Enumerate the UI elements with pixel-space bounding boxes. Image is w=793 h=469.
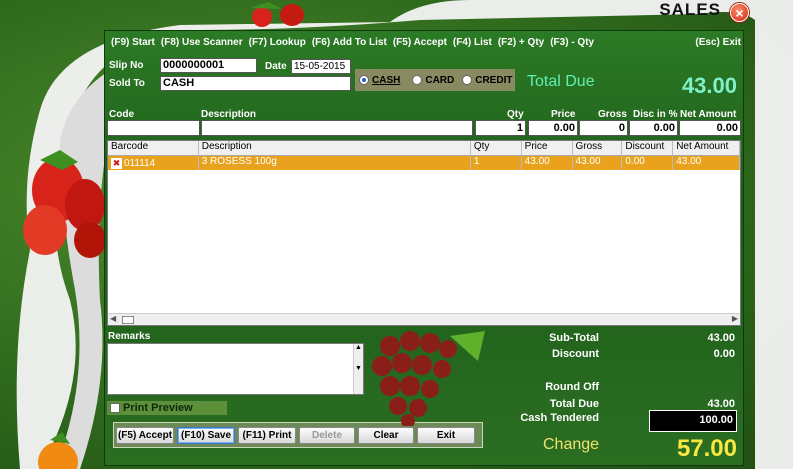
close-icon[interactable]: × — [730, 3, 749, 22]
horizontal-scrollbar[interactable]: ◀ ▶ — [108, 313, 740, 325]
menu-exit[interactable]: (Esc) Exit — [695, 37, 741, 51]
date-field[interactable]: 15-05-2015 — [291, 59, 351, 74]
save-button[interactable]: (F10) Save — [177, 426, 235, 444]
radio-credit[interactable]: CREDIT — [462, 75, 512, 86]
price-input[interactable]: 0.00 — [528, 120, 578, 136]
menu-use-scanner[interactable]: (F8) Use Scanner — [161, 37, 243, 51]
shortcut-menubar: (F9) Start (F8) Use Scanner (F7) Lookup … — [105, 37, 745, 51]
gross-input[interactable]: 0 — [579, 120, 628, 136]
radio-dot-icon — [462, 75, 473, 85]
scroll-thumb[interactable] — [122, 316, 134, 324]
delete-row-icon[interactable]: ✖ — [111, 157, 122, 169]
checkbox-icon — [110, 403, 120, 413]
grapes-image — [372, 331, 485, 426]
discount-label: Discount — [551, 348, 599, 360]
cell-description: 3 ROSESS 100g — [199, 156, 471, 170]
price-label: Price — [551, 109, 576, 120]
description-label: Description — [201, 109, 257, 120]
total-due-label: Total Due — [527, 73, 595, 90]
payment-type-group: CASH CARD CREDIT — [355, 69, 515, 91]
scroll-left-icon[interactable]: ◀ — [110, 314, 116, 323]
print-preview-label: Print Preview — [123, 402, 193, 414]
col-description[interactable]: Description — [199, 141, 471, 155]
delete-button[interactable]: Delete — [299, 426, 355, 444]
cell-qty: 1 — [471, 156, 522, 170]
subtotal-label: Sub-Total — [549, 332, 599, 344]
radio-card-label: CARD — [425, 74, 455, 86]
cash-tendered-label: Cash Tendered — [520, 412, 599, 424]
cell-gross: 43.00 — [573, 156, 623, 170]
cash-tendered-input[interactable]: 100.00 — [649, 410, 737, 432]
remarks-label: Remarks — [108, 331, 151, 342]
menu-start[interactable]: (F9) Start — [111, 37, 155, 51]
slip-no-label: Slip No — [109, 60, 144, 71]
qty-input[interactable]: 1 — [475, 120, 526, 136]
col-net-amount[interactable]: Net Amount — [673, 141, 740, 155]
slip-no-field[interactable]: 0000000001 — [160, 58, 257, 73]
scroll-right-icon[interactable]: ▶ — [732, 314, 738, 323]
radio-dot-icon — [412, 75, 423, 85]
col-price[interactable]: Price — [522, 141, 573, 155]
net-amount-input[interactable]: 0.00 — [679, 120, 741, 136]
cell-price: 43.00 — [522, 156, 573, 170]
net-amount-label: Net Amount — [680, 109, 737, 120]
menu-list[interactable]: (F4) List — [453, 37, 492, 51]
sales-panel: (F9) Start (F8) Use Scanner (F7) Lookup … — [104, 30, 744, 466]
cell-barcode: ✖ 011114 — [108, 156, 199, 170]
accept-button[interactable]: (F5) Accept — [116, 426, 174, 444]
sold-to-label: Sold To — [109, 78, 145, 89]
discount-value: 0.00 — [713, 348, 735, 360]
cell-net: 43.00 — [673, 156, 740, 170]
col-barcode[interactable]: Barcode — [108, 141, 199, 155]
cell-barcode-text: 011114 — [124, 157, 156, 169]
radio-card[interactable]: CARD — [412, 75, 454, 86]
radio-dot-icon — [359, 75, 369, 85]
cell-discount: 0.00 — [622, 156, 674, 170]
sold-to-field[interactable]: CASH — [160, 76, 351, 91]
menu-add-to-list[interactable]: (F6) Add To List — [312, 37, 387, 51]
radio-credit-label: CREDIT — [475, 74, 513, 86]
items-grid: Barcode Description Qty Price Gross Disc… — [107, 140, 741, 326]
menu-accept[interactable]: (F5) Accept — [393, 37, 447, 51]
total-due-value: 43.00 — [681, 73, 737, 98]
radio-cash-label: CASH — [372, 74, 401, 86]
roundoff-label: Round Off — [545, 381, 599, 393]
col-gross[interactable]: Gross — [573, 141, 623, 155]
radio-cash[interactable]: CASH — [359, 75, 400, 86]
exit-button[interactable]: Exit — [417, 426, 475, 444]
grid-header: Barcode Description Qty Price Gross Disc… — [108, 141, 740, 156]
change-value: 57.00 — [676, 435, 737, 462]
print-button[interactable]: (F11) Print — [238, 426, 296, 444]
table-row[interactable]: ✖ 011114 3 ROSESS 100g 1 43.00 43.00 0.0… — [108, 156, 740, 170]
remarks-textarea[interactable]: ▲ ▼ — [107, 343, 364, 395]
gross-label: Gross — [598, 109, 627, 120]
menu-minus-qty[interactable]: (F3) - Qty — [550, 37, 594, 51]
qty-label: Qty — [507, 109, 524, 120]
col-discount[interactable]: Discount — [622, 141, 674, 155]
window-title: SALES — [659, 0, 721, 19]
description-input[interactable] — [201, 120, 473, 136]
date-label: Date — [265, 61, 287, 72]
disc-input[interactable]: 0.00 — [629, 120, 678, 136]
code-label: Code — [109, 109, 134, 120]
change-label: Change — [543, 436, 600, 453]
summary-total-due-value: 43.00 — [707, 398, 735, 410]
menu-plus-qty[interactable]: (F2) + Qty — [498, 37, 544, 51]
print-preview-checkbox[interactable]: Print Preview — [107, 401, 227, 415]
col-qty[interactable]: Qty — [471, 141, 522, 155]
disc-label: Disc in % — [633, 109, 678, 120]
subtotal-value: 43.00 — [707, 332, 735, 344]
code-input[interactable] — [107, 120, 200, 136]
summary-total-due-label: Total Due — [549, 398, 599, 410]
clear-button[interactable]: Clear — [358, 426, 414, 444]
menu-lookup[interactable]: (F7) Lookup — [249, 37, 306, 51]
